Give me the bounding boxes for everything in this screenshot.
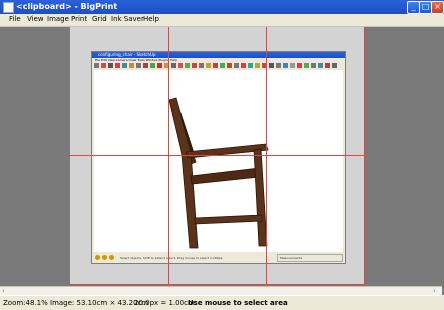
app-icon: [3, 2, 14, 13]
scroll-right-icon[interactable]: ›: [433, 287, 436, 295]
scale-ratio: 20.0px = 1.00cm: [134, 299, 195, 307]
image-status-bar: Select objects. Shift to extend select. …: [92, 253, 345, 262]
toolbar-icon: [269, 63, 274, 68]
toolbar-icon: [234, 63, 239, 68]
toolbar-icon: [276, 63, 281, 68]
menu-ink-saver[interactable]: Ink Saver: [111, 15, 144, 23]
toolbar-icon: [318, 63, 323, 68]
toolbar-icon: [311, 63, 316, 68]
image-window-title: configuring_chair - SketchUp: [98, 52, 156, 57]
status-icon: [102, 255, 107, 260]
toolbar-icon: [143, 63, 148, 68]
toolbar-icon: [171, 63, 176, 68]
toolbar-icon: [248, 63, 253, 68]
menu-bar: File View Image Print Grid Ink Saver Hel…: [0, 14, 444, 27]
toolbar-icon: [304, 63, 309, 68]
menu-image[interactable]: Image: [47, 15, 69, 23]
toolbar-icon: [290, 63, 295, 68]
toolbar-icon: [150, 63, 155, 68]
toolbar-icon: [199, 63, 204, 68]
toolbar-icon: [213, 63, 218, 68]
toolbar-icon: [136, 63, 141, 68]
toolbar-icon: [101, 63, 106, 68]
menu-view[interactable]: View: [27, 15, 44, 23]
toolbar-icon: [325, 63, 330, 68]
status-bar: Zoom:48.1% Image: 53.10cm × 43.20cm 20.0…: [0, 295, 444, 310]
grid-line-horizontal[interactable]: [70, 284, 365, 285]
measurements-box: Measurements: [277, 254, 343, 262]
toolbar-icon: [227, 63, 232, 68]
toolbar-icon: [192, 63, 197, 68]
menu-help[interactable]: Help: [143, 15, 159, 23]
image-canvas: [94, 70, 343, 252]
toolbar-icon: [220, 63, 225, 68]
image-status-text: Select objects. Shift to extend select. …: [120, 256, 224, 260]
toolbar-icon: [241, 63, 246, 68]
toolbar-icon: [185, 63, 190, 68]
toolbar-icon: [108, 63, 113, 68]
zoom-level: Zoom:48.1%: [3, 299, 48, 307]
status-icon: [95, 255, 100, 260]
toolbar-icon: [283, 63, 288, 68]
toolbar-icon: [297, 63, 302, 68]
toolbar-icon: [129, 63, 134, 68]
clipboard-image: configuring_chair - SketchUp File Edit V…: [91, 51, 346, 264]
toolbar-icon: [255, 63, 260, 68]
menu-print[interactable]: Print: [71, 15, 87, 23]
status-icon: [109, 255, 114, 260]
toolbar-icon: [206, 63, 211, 68]
toolbar-icon: [332, 63, 337, 68]
window-title: <clipboard> - BigPrint: [16, 2, 118, 11]
horizontal-scrollbar[interactable]: ‹ ›: [0, 286, 442, 295]
scroll-left-icon[interactable]: ‹: [2, 287, 5, 295]
chair-illustration: [168, 97, 269, 249]
toolbar-icon: [122, 63, 127, 68]
menu-grid[interactable]: Grid: [92, 15, 107, 23]
toolbar-icon: [115, 63, 120, 68]
toolbar-icon: [178, 63, 183, 68]
title-bar: <clipboard> - BigPrint _ □ ×: [0, 0, 444, 14]
grid-line-horizontal[interactable]: [70, 155, 365, 156]
close-button[interactable]: ×: [431, 1, 444, 14]
toolbar-icon: [157, 63, 162, 68]
image-toolbar: [94, 62, 343, 69]
menu-file[interactable]: File: [9, 15, 21, 23]
status-hint: Use mouse to select area: [188, 299, 288, 307]
toolbar-icon: [94, 63, 99, 68]
